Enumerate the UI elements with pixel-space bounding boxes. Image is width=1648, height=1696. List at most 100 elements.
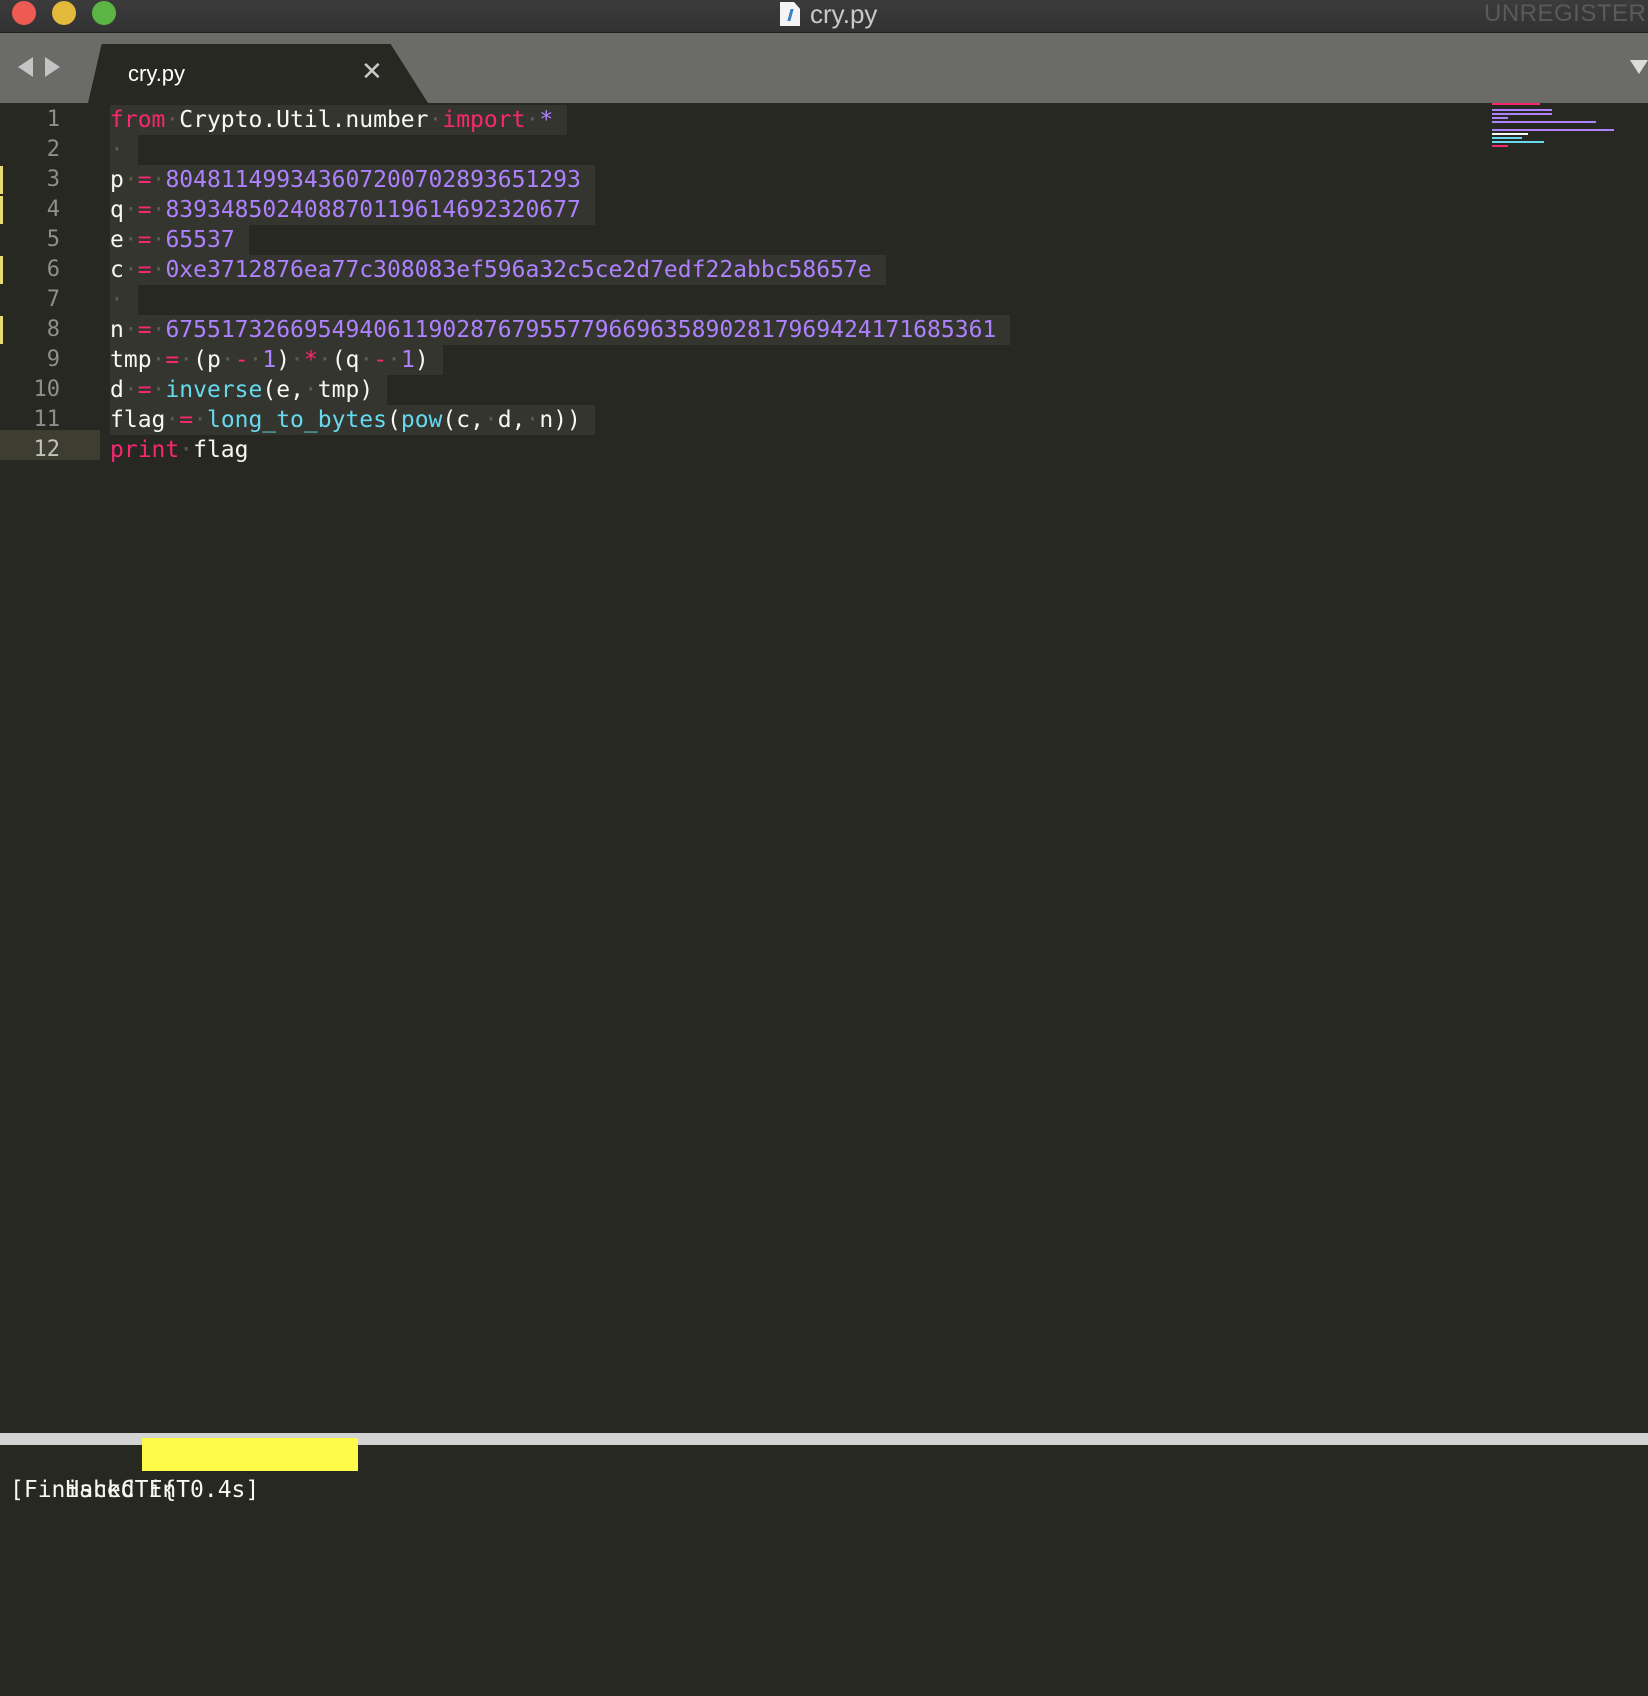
code-token: flag xyxy=(193,437,249,463)
code-token: 6755173266954940611902876795577966963589… xyxy=(165,317,997,343)
python-file-icon xyxy=(780,2,800,26)
code-token: · xyxy=(110,287,124,313)
code-token: · xyxy=(303,377,318,403)
code-token: · xyxy=(179,347,194,373)
code-token: · xyxy=(317,347,332,373)
line-number: 9 xyxy=(46,347,60,372)
code-token: tmp) xyxy=(317,377,374,403)
code-token: Crypto.Util.number xyxy=(179,107,429,133)
code-token: · xyxy=(387,347,401,373)
code-token: · xyxy=(151,257,166,283)
code-token: · xyxy=(123,317,138,343)
line-number: 8 xyxy=(46,317,60,342)
code-token: n)) xyxy=(539,407,581,433)
code-token: (q xyxy=(331,347,360,373)
output-finished-line: [Finished in 0.4s] xyxy=(10,1477,260,1503)
minimize-window-button[interactable] xyxy=(52,1,76,25)
code-token: = xyxy=(137,257,152,283)
code-line[interactable]: tmp·=·(p·-·1)·*·(q·-·1) xyxy=(110,345,443,375)
code-token: · xyxy=(123,167,138,193)
code-token: e xyxy=(110,227,124,253)
code-line[interactable]: n·=·675517326695494061190287679557796696… xyxy=(110,315,1011,345)
code-token: · xyxy=(525,407,540,433)
code-token: · xyxy=(165,107,180,133)
code-token: · xyxy=(123,377,138,403)
forward-arrow-icon[interactable] xyxy=(45,57,60,77)
tab-cry-py[interactable]: cry.py ✕ xyxy=(88,44,428,103)
tab-close-icon[interactable]: ✕ xyxy=(361,56,383,87)
code-token: 804811499343607200702893651293 xyxy=(165,167,581,193)
code-token: · xyxy=(151,377,166,403)
code-token: · xyxy=(220,347,235,373)
code-token: · xyxy=(151,167,166,193)
window-title-text: cry.py xyxy=(810,0,878,29)
code-token: 1 xyxy=(262,347,277,373)
code-token: ( xyxy=(386,407,401,433)
redaction-highlight xyxy=(142,1438,358,1471)
line-number: 5 xyxy=(46,227,60,252)
title-bar: cry.py UNREGISTERED xyxy=(0,0,1648,33)
line-number: 12 xyxy=(33,437,61,462)
code-token: · xyxy=(193,407,207,433)
code-token: · xyxy=(151,347,166,373)
code-token: = xyxy=(137,377,152,403)
code-token: ) xyxy=(414,347,429,373)
code-token: · xyxy=(428,107,443,133)
code-token: · xyxy=(483,407,498,433)
code-token: ) xyxy=(276,347,291,373)
zoom-window-button[interactable] xyxy=(92,1,116,25)
code-token: · xyxy=(123,227,138,253)
code-token: d, xyxy=(497,407,526,433)
code-token: long_to_bytes xyxy=(206,407,387,433)
code-token: = xyxy=(137,227,152,253)
code-line[interactable]: d·=·inverse(e,·tmp) xyxy=(110,375,388,405)
code-token: 0xe3712876ea77c308083ef596a32c5ce2d7edf2… xyxy=(165,257,872,283)
line-number-gutter: 1 2 3 4 5 6 7 8 9 10 11 12 xyxy=(0,103,100,1433)
code-token: 1 xyxy=(400,347,415,373)
minimap[interactable] xyxy=(1492,103,1622,153)
code-token: · xyxy=(248,347,263,373)
code-line[interactable]: q·=·839348502408870119614692320677 xyxy=(110,195,595,225)
line-number: 10 xyxy=(33,377,61,402)
code-token: · xyxy=(151,197,166,223)
code-token: 839348502408870119614692320677 xyxy=(165,197,581,223)
modified-line-marker xyxy=(0,316,3,344)
code-line[interactable]: flag·=·long_to_bytes(pow(c,·d,·n)) xyxy=(110,405,595,435)
code-token: = xyxy=(179,407,194,433)
code-line[interactable]: from·Crypto.Util.number·import·* xyxy=(110,105,568,135)
code-line[interactable]: · xyxy=(110,285,138,315)
code-token: = xyxy=(137,317,152,343)
back-arrow-icon[interactable] xyxy=(18,57,33,77)
code-token: · xyxy=(151,227,166,253)
code-token: = xyxy=(137,167,152,193)
output-flag-line: HackCTF{T xyxy=(10,1438,358,1503)
code-token: · xyxy=(359,347,374,373)
code-token: · xyxy=(110,137,124,163)
code-token: (c, xyxy=(442,407,484,433)
code-token: · xyxy=(179,437,194,463)
code-line[interactable]: c·=·0xe3712876ea77c308083ef596a32c5ce2d7… xyxy=(110,255,886,285)
tab-menu-dropdown-icon[interactable] xyxy=(1630,60,1648,74)
line-number: 6 xyxy=(46,257,60,282)
code-token: 65537 xyxy=(165,227,235,253)
code-token: · xyxy=(123,257,138,283)
code-token: import xyxy=(442,107,526,133)
line-number: 3 xyxy=(46,167,60,192)
code-line[interactable]: p·=·804811499343607200702893651293 xyxy=(110,165,595,195)
code-token: n xyxy=(110,317,124,343)
code-line[interactable]: · xyxy=(110,135,138,165)
code-token: · xyxy=(151,317,166,343)
code-line[interactable]: e·=·65537 xyxy=(110,225,249,255)
close-window-button[interactable] xyxy=(12,1,36,25)
code-token: pow xyxy=(400,407,443,433)
modified-line-marker xyxy=(0,256,3,284)
code-token: flag xyxy=(110,407,166,433)
code-token: - xyxy=(234,347,249,373)
modified-line-marker xyxy=(0,166,3,194)
code-line[interactable]: print·flag xyxy=(110,435,263,465)
code-token: · xyxy=(525,107,540,133)
code-token: = xyxy=(165,347,180,373)
code-token: = xyxy=(137,197,152,223)
code-editor[interactable]: 1 2 3 4 5 6 7 8 9 10 11 12 from·Crypto.Util.number·… xyxy=(0,103,1648,1433)
line-number: 11 xyxy=(33,407,61,432)
